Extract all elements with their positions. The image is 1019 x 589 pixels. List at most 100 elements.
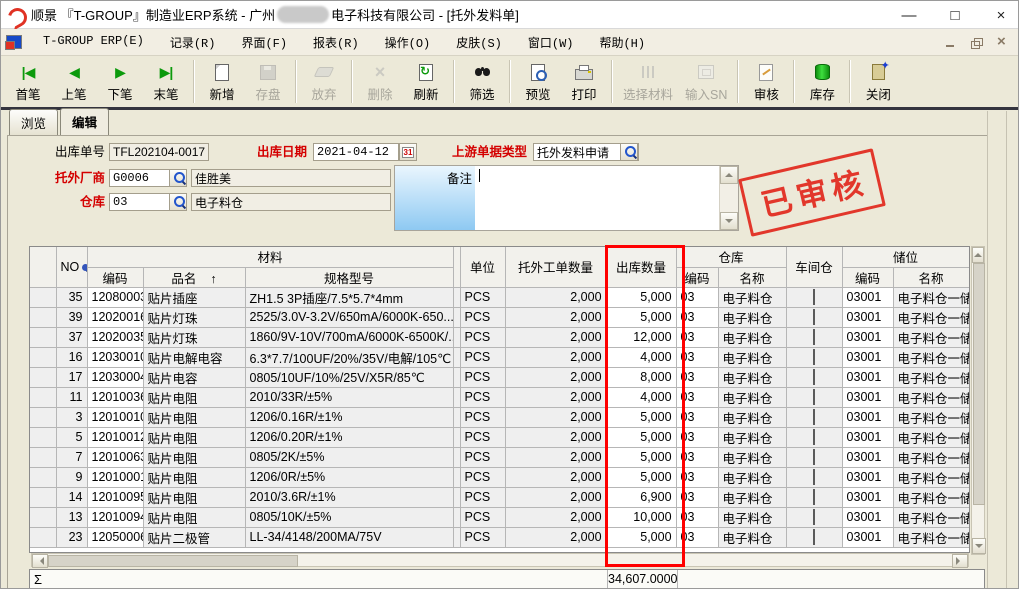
grid-vertical-scrollbar[interactable] [971, 246, 985, 555]
scroll-down-icon[interactable] [720, 212, 738, 230]
grid-horizontal-scrollbar[interactable] [31, 553, 969, 567]
cell-wh_name: 电子料仓 [718, 367, 786, 387]
mdi-close-button[interactable] [996, 37, 1010, 49]
cell-loc_code: 03001 [842, 287, 893, 307]
menu-item-1[interactable]: 记录(R) [157, 31, 229, 54]
cell-no: 39 [56, 307, 87, 327]
col-header-loc-code[interactable]: 编码 [842, 267, 893, 287]
remark-scrollbar[interactable] [719, 166, 738, 230]
col-header-loc-name[interactable]: 名称 [893, 267, 969, 287]
menu-item-5[interactable]: 皮肤(S) [443, 31, 515, 54]
workshop-checkbox[interactable] [813, 389, 815, 405]
toolbar-button-audit[interactable]: 审核 [743, 56, 789, 107]
toolbar-button-new-doc[interactable]: 新增 [199, 56, 245, 107]
vendor-lookup-button[interactable] [169, 169, 187, 187]
scroll-left-icon[interactable] [32, 554, 48, 568]
save-icon [260, 65, 276, 80]
workshop-checkbox[interactable] [813, 449, 815, 465]
doc-no-field[interactable] [109, 143, 209, 161]
menu-item-7[interactable]: 帮助(H) [586, 31, 658, 54]
table-row[interactable]: 1612030010贴片电解电容6.3*7.7/100UF/20%/35V/电解… [30, 347, 969, 367]
table-row[interactable]: 512010012贴片电阻1206/0.20R/±1%PCS2,0005,000… [30, 427, 969, 447]
cell-loc_code: 03001 [842, 447, 893, 467]
tab-browse[interactable]: 浏览 [9, 109, 58, 136]
col-header-issue-qty[interactable]: 出库数量 [606, 247, 676, 287]
cell-wh_name: 电子料仓 [718, 507, 786, 527]
cell-wh_code: 03 [676, 347, 718, 367]
workshop-checkbox[interactable] [813, 409, 815, 425]
table-row[interactable]: 712010063贴片电阻0805/2K/±5%PCS2,0005,00003电… [30, 447, 969, 467]
workshop-checkbox[interactable] [813, 369, 815, 385]
calendar-button[interactable]: 31 [399, 143, 417, 161]
toolbar-button-nav-prev[interactable]: ◀上笔 [51, 56, 97, 107]
table-row[interactable]: 1712030004贴片电容0805/10UF/10%/25V/X5R/85℃P… [30, 367, 969, 387]
cell-no: 35 [56, 287, 87, 307]
col-header-order-qty[interactable]: 托外工单数量 [505, 247, 606, 287]
mdi-minimize-button[interactable] [944, 37, 958, 49]
table-row[interactable]: 3912020016贴片灯珠2525/3.0V-3.2V/650mA/6000K… [30, 307, 969, 327]
col-header-wh-name[interactable]: 名称 [718, 267, 786, 287]
workshop-checkbox[interactable] [813, 509, 815, 525]
toolbar-button-refresh[interactable]: 刷新 [403, 56, 449, 107]
table-row[interactable]: 312010010贴片电阻1206/0.16R/±1%PCS2,0005,000… [30, 407, 969, 427]
col-header-spec[interactable]: 规格型号 [245, 267, 453, 287]
window-minimize-button[interactable]: — [898, 4, 920, 26]
workshop-checkbox[interactable] [813, 349, 815, 365]
table-row[interactable]: 3712020035贴片灯珠1860/9V-10V/700mA/6000K-65… [30, 327, 969, 347]
cell-order_qty: 2,000 [505, 327, 606, 347]
cell-no: 11 [56, 387, 87, 407]
col-header-no[interactable]: NO [56, 247, 87, 287]
menu-item-0[interactable]: T-GROUP ERP(E) [30, 31, 157, 54]
col-header-code[interactable]: 编码 [87, 267, 143, 287]
warehouse-lookup-button[interactable] [169, 193, 187, 211]
cell-unit: PCS [460, 327, 505, 347]
table-row[interactable]: 912010001贴片电阻1206/0R/±5%PCS2,0005,00003电… [30, 467, 969, 487]
col-header-name[interactable]: 品名↑ [143, 267, 245, 287]
window-close-button[interactable]: × [990, 4, 1012, 26]
col-header-wh-code[interactable]: 编码 [676, 267, 718, 287]
vertical-scroll-thumb[interactable] [973, 263, 985, 505]
input-sn-icon [698, 65, 714, 79]
workshop-checkbox[interactable] [813, 329, 815, 345]
scroll-up-icon[interactable] [972, 247, 984, 263]
table-row[interactable]: 1112010036贴片电阻2010/33R/±5%PCS2,0004,0000… [30, 387, 969, 407]
toolbar-button-preview[interactable]: 预览 [515, 56, 561, 107]
mdi-restore-button[interactable] [970, 37, 984, 49]
scroll-down-icon[interactable] [972, 538, 986, 554]
warehouse-label: 仓库 [29, 193, 105, 211]
workshop-checkbox[interactable] [813, 309, 815, 325]
workshop-checkbox[interactable] [813, 489, 815, 505]
toolbar-button-nav-next[interactable]: ▶下笔 [97, 56, 143, 107]
col-header-unit[interactable]: 单位 [460, 247, 505, 287]
menu-item-2[interactable]: 界面(F) [228, 31, 300, 54]
toolbar-button-inventory[interactable]: 库存 [799, 56, 845, 107]
toolbar-button-nav-last[interactable]: ▶|末笔 [143, 56, 189, 107]
toolbar-button-nav-first[interactable]: |◀首笔 [5, 56, 51, 107]
table-row[interactable]: 3512080003贴片插座ZH1.5 3P插座/7.5*5.7*4mmPCS2… [30, 287, 969, 307]
menu-item-6[interactable]: 窗口(W) [515, 31, 587, 54]
cell-workshop [786, 327, 842, 347]
workshop-checkbox[interactable] [813, 289, 815, 305]
cell-no: 5 [56, 427, 87, 447]
workshop-checkbox[interactable] [813, 529, 815, 545]
table-row[interactable]: 2312050006贴片二极管LL-34/4148/200MA/75VPCS2,… [30, 527, 969, 547]
scroll-up-icon[interactable] [720, 166, 738, 184]
toolbar-button-print[interactable]: 打印 [561, 56, 607, 107]
tab-edit[interactable]: 编辑 [60, 108, 109, 137]
toolbar-button-filter[interactable]: 筛选 [459, 56, 505, 107]
col-header-workshop[interactable]: 车间仓 [786, 247, 842, 287]
issue-date-field[interactable] [313, 143, 399, 161]
upstream-lookup-button[interactable] [620, 143, 638, 161]
toolbar-button-close-form[interactable]: 关闭 [855, 56, 901, 107]
menu-item-4[interactable]: 操作(O) [372, 31, 444, 54]
workshop-checkbox[interactable] [813, 469, 815, 485]
table-row[interactable]: 1412010095贴片电阻2010/3.6R/±1%PCS2,0006,900… [30, 487, 969, 507]
remark-textarea[interactable] [475, 166, 719, 230]
cell-code: 12010012 [87, 427, 143, 447]
table-row[interactable]: 1312010094贴片电阻0805/10K/±5%PCS2,00010,000… [30, 507, 969, 527]
menu-item-3[interactable]: 报表(R) [300, 31, 372, 54]
horizontal-scroll-thumb[interactable] [48, 555, 298, 567]
window-maximize-button[interactable]: □ [944, 4, 966, 26]
scroll-right-icon[interactable] [952, 554, 968, 568]
workshop-checkbox[interactable] [813, 429, 815, 445]
